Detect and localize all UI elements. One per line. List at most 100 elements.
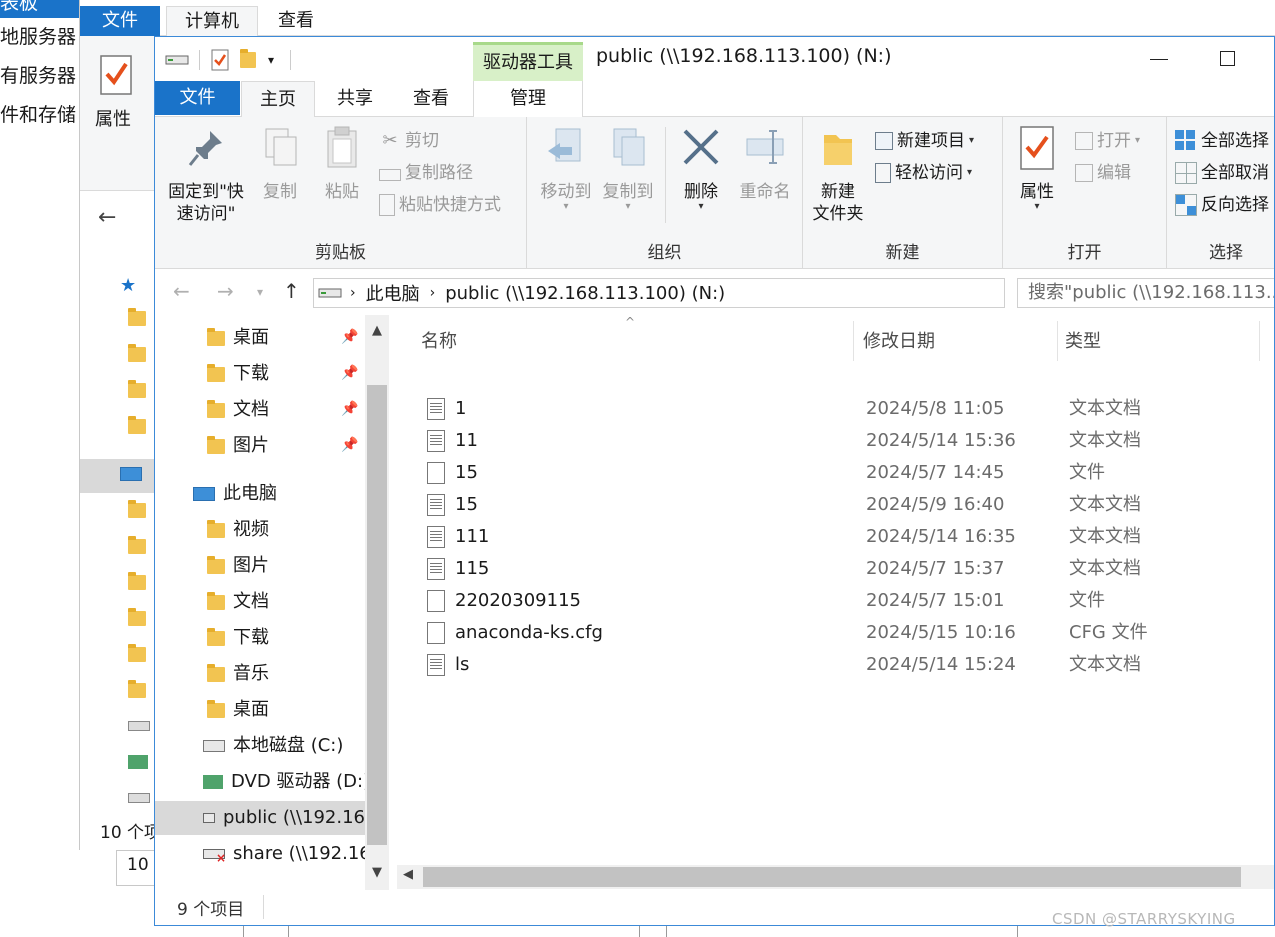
back-arrow-icon[interactable]: ← [173, 279, 190, 303]
bg-sidebar-item-file-storage[interactable]: 件和存储 [0, 100, 80, 130]
new-item-button[interactable]: 新建项目 ▾ [875, 127, 974, 155]
pin-icon[interactable]: 📌 [341, 401, 358, 417]
address-bar[interactable]: › 此电脑 › public (\\192.168.113.100) (N:) … [313, 278, 1159, 308]
select-none-button[interactable]: 全部取消 [1175, 159, 1269, 187]
table-row[interactable]: 1 2024/5/8 11:05 文本文档 [417, 393, 1177, 425]
bg-tab-view[interactable]: 查看 [260, 6, 332, 36]
file-modified-date: 2024/5/15 10:16 [866, 622, 1016, 643]
this-pc-icon [193, 487, 215, 501]
bg-tab-file[interactable]: 文件 [80, 6, 160, 36]
nav-drive-dvd[interactable]: DVD 驱动器 (D:) [203, 765, 370, 799]
nav-drive-share[interactable]: × share (\\192.16 [203, 837, 371, 871]
bg-sidebar-item-all-servers[interactable]: 有服务器 [0, 61, 80, 91]
table-row[interactable]: anaconda-ks.cfg 2024/5/15 10:16 CFG 文件 [417, 617, 1177, 649]
delete-button[interactable]: 删除 ▾ [673, 125, 729, 212]
nav-quick-pictures[interactable]: 图片 [207, 429, 269, 463]
tab-share[interactable]: 共享 [319, 81, 391, 117]
paste-shortcut-button[interactable]: 粘贴快捷方式 [379, 191, 501, 219]
table-row[interactable]: 111 2024/5/14 16:35 文本文档 [417, 521, 1177, 553]
pin-icon[interactable]: 📌 [341, 437, 358, 453]
maximize-button[interactable] [1220, 51, 1235, 66]
search-input[interactable]: 搜索"public (\\192.168.113.... [1017, 278, 1274, 308]
invert-selection-button[interactable]: 反向选择 [1175, 191, 1269, 219]
copy-to-button[interactable]: 复制到 ▾ [597, 125, 659, 212]
copy-path-button[interactable]: 复制路径 [379, 159, 473, 187]
minimize-button[interactable] [1148, 42, 1172, 72]
column-header-name[interactable]: 名称 [421, 327, 457, 357]
rename-button[interactable]: 重命名 [731, 125, 799, 203]
copy-path-icon [379, 169, 401, 181]
up-arrow-icon[interactable]: ↑ [283, 279, 300, 303]
breadcrumb-public-drive[interactable]: public (\\192.168.113.100) (N:) [445, 283, 725, 304]
breadcrumb-this-pc[interactable]: 此电脑 [366, 280, 420, 306]
nav-drive-public[interactable]: public (\\192.16 [155, 801, 365, 835]
tab-home[interactable]: 主页 [241, 81, 315, 118]
select-all-button[interactable]: 全部选择 [1175, 127, 1269, 155]
scroll-up-chevron-icon[interactable]: ▲ [365, 323, 389, 338]
copy-button[interactable]: 复制 [251, 125, 309, 203]
move-to-button[interactable]: 移动到 ▾ [535, 125, 597, 212]
tab-file[interactable]: 文件 [155, 81, 240, 115]
scroll-left-chevron-icon[interactable]: ◀ [403, 867, 413, 882]
forward-arrow-icon[interactable]: → [217, 279, 234, 303]
nav-drive-c[interactable]: 本地磁盘 (C:) [203, 729, 343, 763]
table-row[interactable]: 115 2024/5/7 15:37 文本文档 [417, 553, 1177, 585]
text-document-icon [427, 398, 445, 420]
cut-button[interactable]: ✂ 剪切 [379, 127, 439, 155]
nav-pc-downloads[interactable]: 下载 [207, 621, 269, 655]
pin-quick-access-button[interactable]: 固定到"快 速访问" [165, 125, 247, 225]
table-row[interactable]: 22020309115 2024/5/7 15:01 文件 [417, 585, 1177, 617]
column-separator[interactable] [853, 321, 854, 361]
tab-view[interactable]: 查看 [395, 81, 467, 117]
edit-button[interactable]: 编辑 [1075, 159, 1131, 187]
table-row[interactable]: 15 2024/5/7 14:45 文件 [417, 457, 1177, 489]
nav-pc-desktop[interactable]: 桌面 [207, 693, 269, 727]
bg-back-arrow-icon[interactable]: ← [98, 205, 116, 230]
nav-this-pc[interactable]: 此电脑 [193, 477, 277, 511]
paste-shortcut-label: 粘贴快捷方式 [399, 195, 501, 215]
breadcrumb-separator-icon[interactable]: › [350, 285, 356, 301]
pin-quick-access-label: 固定到"快 速访问" [168, 182, 244, 224]
column-separator[interactable] [1057, 321, 1058, 361]
paste-button[interactable]: 粘贴 [313, 125, 371, 203]
nav-pc-music[interactable]: 音乐 [207, 657, 269, 691]
table-row[interactable]: 15 2024/5/9 16:40 文本文档 [417, 489, 1177, 521]
qat-customize-chevron-icon[interactable]: ▾ [268, 53, 274, 67]
new-folder-label: 新建 文件夹 [812, 182, 864, 224]
tab-manage[interactable]: 管理 [473, 81, 583, 117]
file-name: 1 [455, 398, 467, 419]
bg-tab-computer[interactable]: 计算机 [166, 6, 258, 36]
pin-icon[interactable]: 📌 [341, 329, 358, 345]
nav-quick-downloads[interactable]: 下载 [207, 357, 269, 391]
bg-properties-button[interactable]: 属性 [94, 54, 138, 131]
column-header-date[interactable]: 修改日期 [863, 327, 935, 357]
breadcrumb-separator-icon[interactable]: › [430, 285, 436, 301]
nav-pc-pictures[interactable]: 图片 [207, 549, 269, 583]
network-drive-icon [203, 813, 215, 823]
nav-quick-documents[interactable]: 文档 [207, 393, 269, 427]
nav-pc-videos[interactable]: 视频 [207, 513, 269, 547]
new-folder-icon[interactable] [240, 49, 256, 68]
nav-quick-desktop[interactable]: 桌面 [207, 321, 269, 355]
table-row[interactable]: 11 2024/5/14 15:36 文本文档 [417, 425, 1177, 457]
column-header-type[interactable]: 类型 [1065, 327, 1101, 357]
pin-icon[interactable]: 📌 [341, 365, 358, 381]
easy-access-button[interactable]: 轻松访问 ▾ [875, 159, 972, 187]
recent-chevron-icon[interactable]: ▾ [257, 285, 263, 299]
properties-button[interactable]: 属性 ▾ [1011, 125, 1063, 212]
nav-pane-scrollbar[interactable]: ▲ ▼ [365, 315, 389, 890]
open-button[interactable]: 打开 ▾ [1075, 127, 1140, 155]
bg-sidebar-item-local-server[interactable]: 地服务器 [0, 22, 80, 52]
scroll-down-chevron-icon[interactable]: ▼ [365, 865, 389, 880]
bg-nav-selected-row[interactable] [80, 459, 156, 493]
bg-sidebar-item-dashboard[interactable]: 表板 [0, 0, 80, 18]
horizontal-scroll-thumb[interactable] [423, 867, 1241, 887]
file-name: 15 [455, 462, 478, 483]
properties-icon[interactable] [210, 49, 230, 71]
new-folder-button[interactable]: 新建 文件夹 [809, 125, 867, 225]
nav-pc-documents[interactable]: 文档 [207, 585, 269, 619]
table-row[interactable]: ls 2024/5/14 15:24 文本文档 [417, 649, 1177, 681]
file-list-horizontal-scrollbar[interactable]: ◀ [397, 865, 1274, 889]
nav-scroll-thumb[interactable] [367, 385, 387, 845]
column-separator[interactable] [1259, 321, 1260, 361]
